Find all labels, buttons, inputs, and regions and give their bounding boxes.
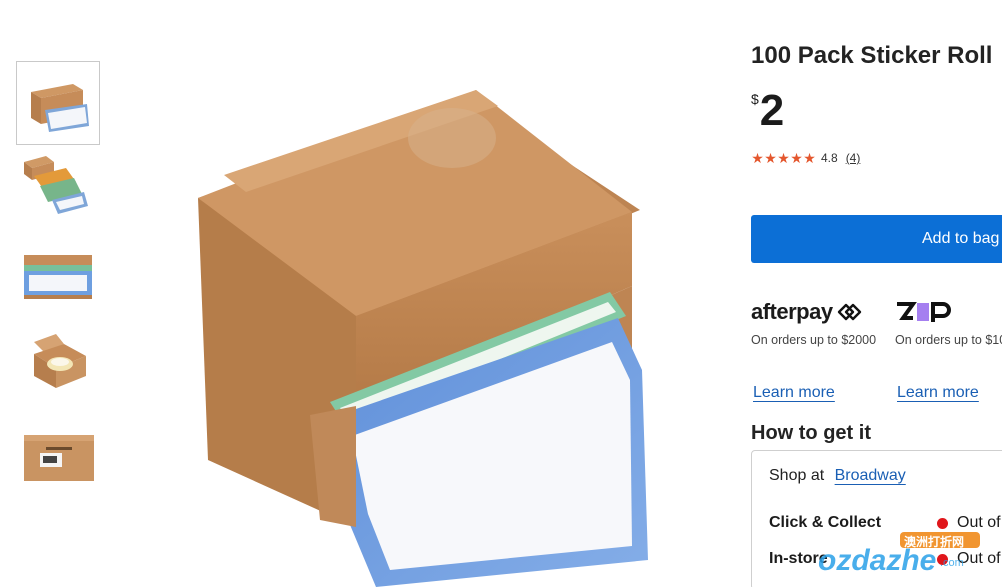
zip-description: On orders up to $1000 <box>895 333 1002 347</box>
rating-value: 4.8 <box>821 151 838 165</box>
afterpay-description: On orders up to $2000 <box>751 333 877 347</box>
zip-logo <box>895 298 1002 326</box>
watermark-suffix: .com <box>940 557 964 569</box>
rating-summary[interactable]: ★ ★ ★ ★ ★ 4.8 (4) <box>751 151 860 165</box>
thumbnail-1[interactable] <box>16 61 100 145</box>
site-watermark: 澳洲打折网 ozdazhe .com <box>816 531 986 581</box>
add-to-bag-button[interactable]: Add to bag <box>751 215 1002 263</box>
price-amount: 2 <box>759 86 785 135</box>
zip-logo-icon <box>897 302 951 322</box>
thumbnail-4[interactable] <box>16 322 100 406</box>
currency-symbol: $ <box>751 91 759 107</box>
star-rating: ★ ★ ★ ★ ★ <box>751 151 816 165</box>
product-info-panel: 100 Pack Sticker Roll $ 2 ★ ★ ★ ★ ★ 4.8 … <box>751 0 1002 587</box>
thumbnail-5[interactable] <box>16 409 100 493</box>
afterpay-learn-more-link[interactable]: Learn more <box>753 384 835 402</box>
star-icon: ★ <box>803 150 816 166</box>
stock-status-text: Out of stock <box>957 514 1002 531</box>
thumbnail-3[interactable] <box>16 235 100 319</box>
click-collect-status: Out of stock <box>937 514 1002 532</box>
review-count-link[interactable]: (4) <box>846 151 861 165</box>
star-icon: ★ <box>777 150 790 166</box>
star-icon: ★ <box>751 150 764 166</box>
star-icon: ★ <box>764 150 777 166</box>
product-main-image <box>180 80 660 587</box>
thumbnail-list <box>16 61 100 493</box>
afterpay-option: afterpay On orders up to $2000 Learn mor… <box>751 298 881 401</box>
thumbnail-2[interactable] <box>16 148 100 232</box>
zip-option: On orders up to $1000 Learn more <box>895 298 1002 401</box>
afterpay-logo: afterpay <box>751 298 881 326</box>
out-of-stock-dot-icon <box>937 517 948 529</box>
how-to-get-it-heading: How to get it <box>751 422 871 444</box>
afterpay-arrows-icon <box>837 303 861 321</box>
shop-at-label: Shop at <box>769 467 825 484</box>
watermark-wordmark: ozdazhe <box>818 544 937 577</box>
shop-at-row: Shop at Broadway <box>769 467 906 485</box>
zip-learn-more-link[interactable]: Learn more <box>897 384 979 402</box>
click-collect-label: Click & Collect <box>769 514 882 531</box>
afterpay-wordmark: afterpay <box>751 299 833 324</box>
product-price: $ 2 <box>751 85 784 137</box>
star-icon: ★ <box>790 150 803 166</box>
store-select-link[interactable]: Broadway <box>835 467 906 484</box>
product-title: 100 Pack Sticker Roll <box>751 42 993 69</box>
